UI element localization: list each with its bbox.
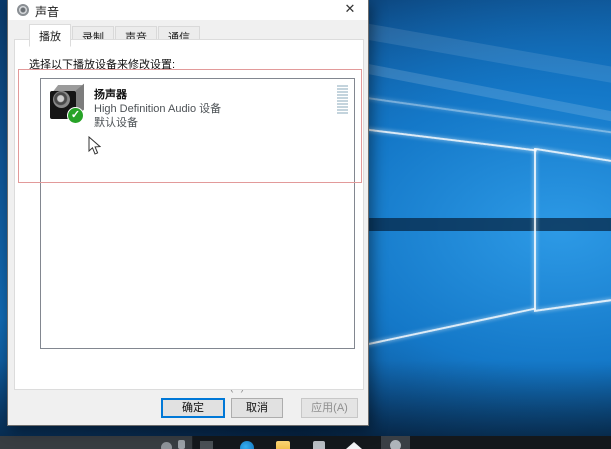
wallpaper-pane-bottom-right-line bbox=[534, 299, 611, 312]
wallpaper-dark-band bbox=[362, 218, 611, 231]
active-app-taskbar-button[interactable] bbox=[381, 436, 410, 449]
device-item-speakers[interactable]: ✓ 扬声器 High Definition Audio 设备 默认设备 bbox=[42, 80, 353, 132]
dialog-titlebar[interactable]: 声音 ✕ bbox=[8, 0, 368, 20]
sound-app-icon bbox=[390, 440, 401, 449]
mouse-cursor bbox=[88, 136, 101, 160]
tab-playback[interactable]: 播放 bbox=[29, 24, 71, 47]
apply-button[interactable]: 应用(A) bbox=[301, 398, 358, 418]
dialog-title: 声音 bbox=[35, 3, 59, 20]
device-status: 默认设备 bbox=[94, 114, 138, 130]
wallpaper-beam-line bbox=[360, 96, 611, 134]
close-icon[interactable]: ✕ bbox=[334, 0, 366, 19]
sound-dialog: 声音 ✕ 播放录制声音通信 选择以下播放设备来修改设置: ✓ 扬声器 bbox=[7, 0, 369, 426]
speaker-icon-cone bbox=[53, 91, 70, 108]
onedrive-icon[interactable] bbox=[346, 442, 362, 449]
speaker-device-icon: ✓ bbox=[49, 85, 85, 123]
ok-button[interactable]: 确定 bbox=[161, 398, 225, 418]
pen-icon bbox=[178, 440, 185, 449]
instruction-label: 选择以下播放设备来修改设置: bbox=[29, 56, 175, 72]
wallpaper-pane-vertical-line bbox=[534, 148, 536, 310]
wallpaper-pane-top-left-line bbox=[362, 128, 537, 151]
cortana-icon[interactable] bbox=[161, 442, 172, 449]
screen: 声音 ✕ 播放录制声音通信 选择以下播放设备来修改设置: ✓ 扬声器 bbox=[0, 0, 611, 449]
taskbar bbox=[0, 436, 611, 449]
speaker-icon bbox=[17, 4, 29, 16]
volume-level-meter bbox=[337, 85, 348, 115]
edge-browser-icon[interactable] bbox=[240, 441, 254, 449]
task-view-icon[interactable] bbox=[200, 441, 213, 449]
file-explorer-icon[interactable] bbox=[276, 441, 290, 449]
tab-strip: 播放录制声音通信 bbox=[29, 23, 201, 40]
default-device-check-icon: ✓ bbox=[67, 107, 84, 124]
playback-tab-page: 选择以下播放设备来修改设置: ✓ 扬声器 High Definition Aud… bbox=[14, 39, 364, 390]
playback-device-list[interactable]: ✓ 扬声器 High Definition Audio 设备 默认设备 bbox=[40, 78, 355, 349]
store-icon[interactable] bbox=[313, 441, 325, 449]
wallpaper-pane-top-right-line bbox=[536, 148, 611, 162]
wallpaper-pane-bottom-left-line bbox=[364, 308, 535, 346]
cancel-button[interactable]: 取消 bbox=[231, 398, 283, 418]
